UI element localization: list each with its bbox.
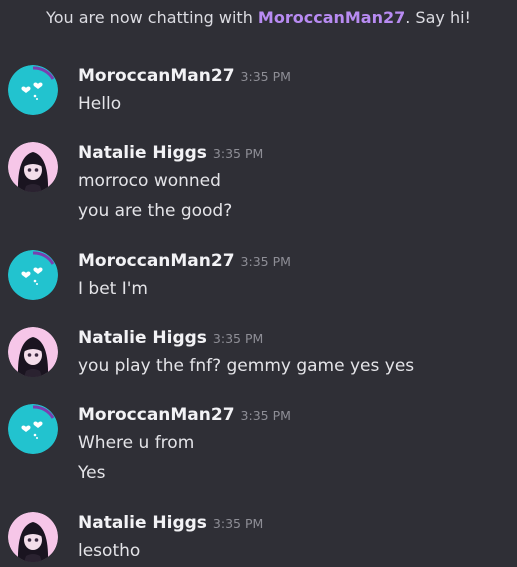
avatar[interactable] bbox=[8, 327, 58, 377]
avatar[interactable] bbox=[8, 404, 58, 454]
avatar[interactable] bbox=[8, 512, 58, 562]
timestamp: 3:35 PM bbox=[240, 69, 291, 84]
avatar[interactable] bbox=[8, 250, 58, 300]
teal-hearts-icon bbox=[8, 65, 58, 115]
author-name[interactable]: MoroccanMan27 bbox=[78, 405, 235, 425]
message-header: Natalie Higgs 3:35 PM bbox=[78, 327, 263, 350]
banner-prefix: You are now chatting with bbox=[46, 8, 258, 27]
message-text: lesotho bbox=[78, 541, 141, 561]
message-text: you are the good? bbox=[78, 201, 233, 221]
anime-girl-icon bbox=[8, 327, 58, 377]
message-text: you play the fnf? gemmy game yes yes bbox=[78, 356, 415, 376]
message-text: Where u from bbox=[78, 433, 195, 453]
timestamp: 3:35 PM bbox=[212, 516, 264, 531]
message-header: MoroccanMan27 3:35 PM bbox=[78, 250, 291, 273]
banner-suffix: . Say hi! bbox=[405, 8, 471, 27]
avatar[interactable] bbox=[8, 65, 58, 115]
message-text: morroco wonned bbox=[78, 171, 221, 191]
teal-hearts-icon bbox=[8, 404, 58, 454]
author-name[interactable]: MoroccanMan27 bbox=[78, 66, 235, 86]
author-name[interactable]: Natalie Higgs bbox=[78, 328, 207, 348]
message-header: Natalie Higgs 3:35 PM bbox=[78, 512, 263, 535]
timestamp: 3:35 PM bbox=[212, 146, 264, 161]
timestamp: 3:35 PM bbox=[240, 254, 291, 269]
timestamp: 3:35 PM bbox=[212, 331, 264, 346]
author-name[interactable]: Natalie Higgs bbox=[78, 513, 207, 533]
message-text: Hello bbox=[78, 94, 122, 114]
message-text: I bet I'm bbox=[78, 279, 148, 299]
chat-start-banner: You are now chatting with MoroccanMan27.… bbox=[0, 8, 517, 27]
message-header: Natalie Higgs 3:35 PM bbox=[78, 142, 263, 165]
message-header: MoroccanMan27 3:35 PM bbox=[78, 65, 291, 88]
author-name[interactable]: MoroccanMan27 bbox=[78, 251, 235, 271]
anime-girl-icon bbox=[8, 512, 58, 562]
banner-username[interactable]: MoroccanMan27 bbox=[258, 8, 405, 27]
message-header: MoroccanMan27 3:35 PM bbox=[78, 404, 291, 427]
message-text: Yes bbox=[78, 463, 106, 483]
author-name[interactable]: Natalie Higgs bbox=[78, 143, 207, 163]
timestamp: 3:35 PM bbox=[240, 408, 291, 423]
avatar[interactable] bbox=[8, 142, 58, 192]
teal-hearts-icon bbox=[8, 250, 58, 300]
anime-girl-icon bbox=[8, 142, 58, 192]
